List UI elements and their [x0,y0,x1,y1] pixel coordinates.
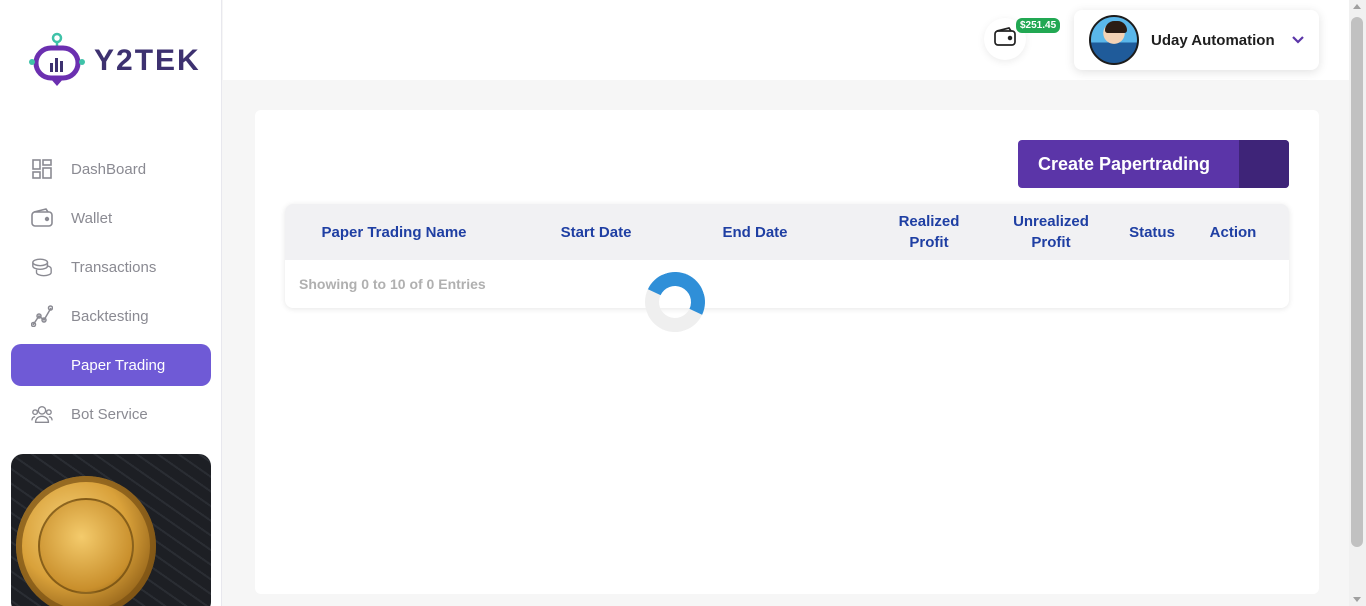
paper-trading-table: Paper Trading Name Start Date End Date R… [285,204,1289,308]
column-header-realized-profit[interactable]: Realized Profit [879,204,979,260]
table-header: Paper Trading Name Start Date End Date R… [285,204,1289,260]
sidebar-item-backtesting[interactable]: Backtesting [11,295,211,337]
coins-icon [31,256,53,278]
top-header: $251.45 Uday Automation [223,0,1349,80]
column-header-unrealized-profit[interactable]: Unrealized Profit [996,204,1106,260]
button-tail [1239,140,1289,188]
column-header-status[interactable]: Status [1117,204,1187,260]
chevron-down-icon[interactable] [1291,35,1305,45]
sidebar-item-bot-service[interactable]: Bot Service [11,393,211,435]
dogecoin-image [16,476,156,606]
sidebar-item-label: Paper Trading [71,356,166,374]
paper-trading-panel: Create Papertrading Paper Trading Name S… [255,110,1319,594]
create-papertrading-button[interactable]: Create Papertrading [1018,140,1289,188]
column-header-start-date[interactable]: Start Date [541,204,651,260]
sidebar: Y2TEK DashBoard Wallet Transactions Back… [0,0,222,606]
sidebar-item-label: DashBoard [71,160,147,178]
column-header-name[interactable]: Paper Trading Name [299,204,489,260]
wallet-balance-badge: $251.45 [1016,18,1061,33]
sidebar-item-dashboard[interactable]: DashBoard [11,148,211,190]
avatar [1089,15,1139,65]
sidebar-item-label: Wallet [71,209,113,227]
promo-image[interactable] [11,454,211,606]
sidebar-item-label: Backtesting [71,307,149,325]
user-menu[interactable]: Uday Automation [1074,10,1319,70]
robot-logo-icon [28,32,86,90]
column-header-end-date[interactable]: End Date [705,204,805,260]
scroll-up-icon[interactable] [1353,4,1361,9]
scroll-thumb[interactable] [1351,17,1363,547]
users-icon [31,403,53,425]
sidebar-item-paper-trading[interactable]: Paper Trading [11,344,211,386]
chart-line-icon [31,305,53,327]
logo-text: Y2TEK [94,44,201,77]
logo[interactable]: Y2TEK [28,32,201,90]
sidebar-item-label: Bot Service [71,405,148,423]
create-papertrading-label: Create Papertrading [1038,153,1211,174]
table-entries-info: Showing 0 to 10 of 0 Entries [299,276,486,292]
dashboard-icon [31,158,53,180]
sidebar-nav: DashBoard Wallet Transactions Backtestin… [11,148,211,442]
wallet-icon [31,207,53,229]
column-header-action[interactable]: Action [1197,204,1269,260]
sidebar-item-label: Transactions [71,258,157,276]
wallet-icon [994,26,1016,52]
sidebar-item-transactions[interactable]: Transactions [11,246,211,288]
page-scrollbar[interactable] [1349,0,1366,606]
scroll-down-icon[interactable] [1353,597,1361,602]
sidebar-item-wallet[interactable]: Wallet [11,197,211,239]
user-name: Uday Automation [1151,31,1275,49]
